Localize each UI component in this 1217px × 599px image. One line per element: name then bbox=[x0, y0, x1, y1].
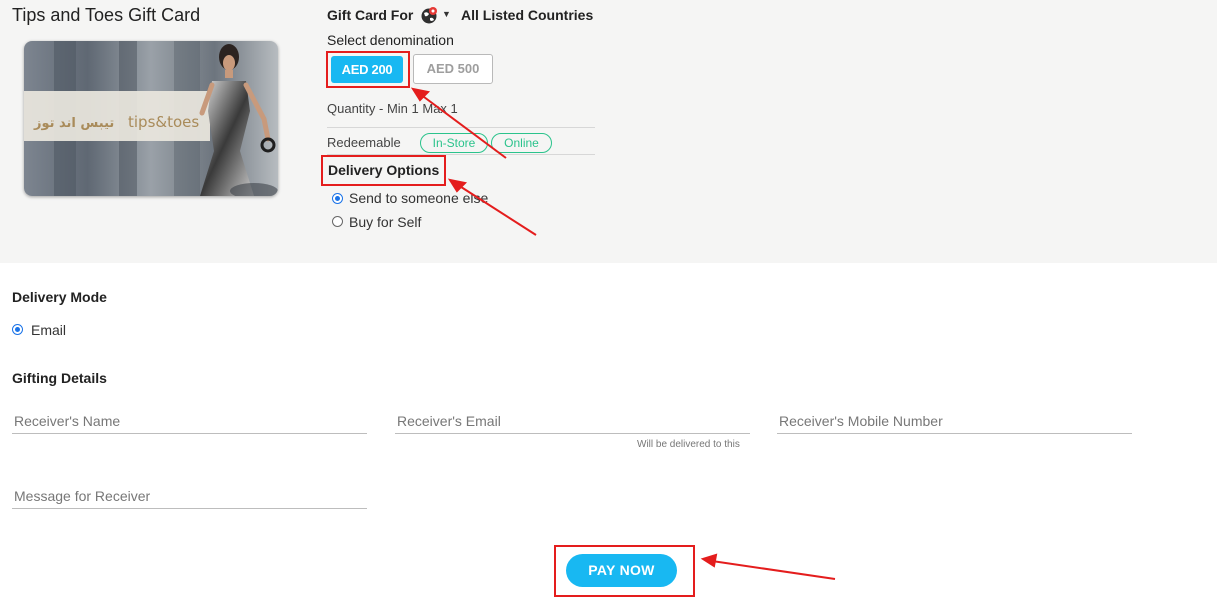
gift-card-for-label: Gift Card For bbox=[327, 7, 414, 23]
gift-card-image: تيبس اند توز tips&toes bbox=[24, 41, 278, 196]
radio-buy-for-self[interactable] bbox=[332, 216, 343, 227]
delivery-mode-heading: Delivery Mode bbox=[12, 289, 107, 305]
denomination-label: Select denomination bbox=[327, 32, 454, 48]
country-selector[interactable]: All Listed Countries bbox=[461, 7, 593, 23]
globe-icon[interactable] bbox=[420, 6, 438, 24]
denomination-aed-500-button[interactable]: AED 500 bbox=[413, 54, 493, 84]
tag-online: Online bbox=[491, 133, 552, 153]
divider bbox=[327, 127, 595, 128]
receiver-mobile-input[interactable]: Receiver's Mobile Number bbox=[777, 410, 1132, 434]
arrow-to-pay-now bbox=[711, 560, 836, 580]
message-input[interactable]: Message for Receiver bbox=[12, 485, 367, 509]
highlight-box-denomination bbox=[326, 51, 410, 88]
radio-label-send-to-someone-else[interactable]: Send to someone else bbox=[349, 190, 488, 206]
highlight-box-delivery-options bbox=[321, 155, 446, 186]
receiver-name-input[interactable]: Receiver's Name bbox=[12, 410, 367, 434]
radio-label-buy-for-self[interactable]: Buy for Self bbox=[349, 214, 421, 230]
radio-label-email[interactable]: Email bbox=[31, 322, 66, 338]
receiver-email-input[interactable]: Receiver's Email bbox=[395, 410, 750, 434]
card-logo-latin: tips&toes bbox=[128, 113, 199, 131]
quantity-info: Quantity - Min 1 Max 1 bbox=[327, 101, 458, 116]
highlight-box-pay-now bbox=[554, 545, 695, 597]
tag-in-store: In-Store bbox=[420, 133, 488, 153]
card-logo-arabic: تيبس اند توز bbox=[33, 116, 114, 131]
redeemable-label: Redeemable bbox=[327, 135, 401, 150]
radio-email[interactable] bbox=[12, 324, 23, 335]
gifting-details-heading: Gifting Details bbox=[12, 370, 107, 386]
receiver-email-hint: Will be delivered to this bbox=[637, 439, 740, 450]
chevron-down-icon[interactable]: ▼ bbox=[442, 9, 451, 19]
page-title: Tips and Toes Gift Card bbox=[12, 5, 201, 25]
radio-send-to-someone-else[interactable] bbox=[332, 193, 343, 204]
arrowhead bbox=[700, 553, 718, 568]
